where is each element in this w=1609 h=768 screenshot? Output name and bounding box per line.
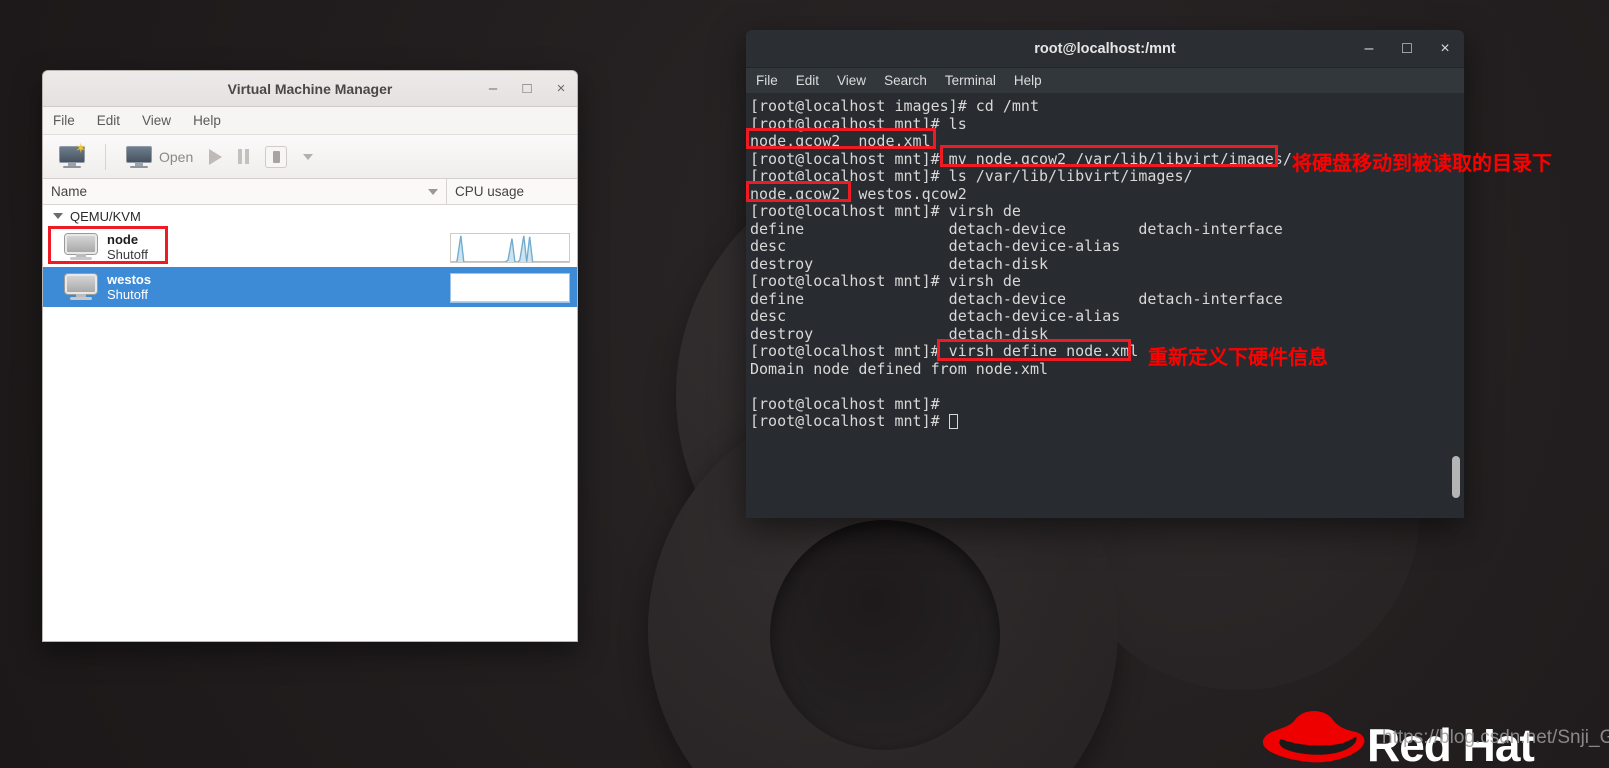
- vmm-column-headers: Name CPU usage: [43, 179, 577, 205]
- annotation-move-disk: 将硬盘移动到被读取的目录下: [1292, 151, 1552, 175]
- column-header-name[interactable]: Name: [43, 179, 447, 204]
- terminal-line: destroy detach-disk: [750, 254, 1049, 273]
- table-row[interactable]: node Shutoff: [43, 227, 577, 267]
- vm-state: Shutoff: [107, 246, 148, 262]
- terminal-menu-terminal[interactable]: Terminal: [945, 73, 996, 88]
- menu-item-edit[interactable]: Edit: [97, 113, 120, 128]
- terminal-line: desc detach-device-alias: [750, 307, 1121, 325]
- annotation-redefine-hardware: 重新定义下硬件信息: [1148, 345, 1328, 369]
- new-vm-icon: ✶: [59, 141, 87, 168]
- terminal-line: [root@localhost mnt]# virsh de: [750, 202, 1021, 220]
- terminal-line: define detach-device detach-interface: [750, 289, 1283, 308]
- close-icon: ×: [556, 80, 566, 97]
- terminal-line: [root@localhost mnt]# ls: [750, 114, 967, 133]
- menu-item-file[interactable]: File: [53, 113, 75, 128]
- vmm-titlebar[interactable]: Virtual Machine Manager – □ ×: [43, 71, 577, 107]
- terminal-line: [root@localhost mnt]# virsh de: [750, 272, 1021, 290]
- vm-state: Shutoff: [107, 286, 148, 302]
- chevron-down-icon: [303, 153, 314, 160]
- terminal-scrollbar-thumb[interactable]: [1452, 456, 1460, 498]
- terminal-line: [root@localhost images]# cd /mnt: [750, 97, 1039, 115]
- terminal-line: define detach-device detach-interface: [750, 219, 1283, 238]
- pause-icon: [238, 149, 250, 164]
- run-vm-button[interactable]: [203, 146, 228, 168]
- terminal-minimize-button[interactable]: –: [1360, 40, 1378, 58]
- connection-group-row[interactable]: QEMU/KVM: [43, 205, 577, 227]
- table-row[interactable]: westos Shutoff: [43, 267, 577, 307]
- terminal-menu-help[interactable]: Help: [1014, 73, 1042, 88]
- terminal-menubar: File Edit View Search Terminal Help: [746, 68, 1464, 94]
- csdn-watermark: https://blog.csdn.net/Snji_G: [1382, 727, 1609, 748]
- shutdown-vm-button[interactable]: [259, 143, 293, 171]
- vm-monitor-icon: [65, 234, 97, 260]
- shutdown-icon: [265, 145, 288, 168]
- column-header-cpu-label: CPU usage: [455, 184, 525, 199]
- terminal-titlebar[interactable]: root@localhost:/mnt – □ ×: [746, 30, 1464, 68]
- vm-text-block: node Shutoff: [107, 232, 148, 263]
- open-button-label: Open: [159, 148, 194, 165]
- minimize-icon: –: [488, 80, 498, 97]
- terminal-window-title: root@localhost:/mnt: [1034, 41, 1176, 57]
- new-vm-button[interactable]: ✶: [53, 141, 91, 171]
- terminal-prompt-text: [root@localhost mnt]#: [750, 412, 949, 430]
- column-header-name-label: Name: [51, 184, 88, 199]
- menu-item-help[interactable]: Help: [193, 113, 221, 128]
- vmm-vm-list: QEMU/KVM node Shutoff westos Shutoff: [43, 205, 577, 641]
- run-icon: [209, 148, 223, 165]
- terminal-window-controls: – □ ×: [1360, 30, 1454, 68]
- terminal-line: desc detach-device-alias: [750, 237, 1121, 255]
- terminal-line: [root@localhost mnt]#: [750, 394, 940, 413]
- terminal-prompt-line: [root@localhost mnt]#: [750, 412, 1464, 431]
- terminal-close-button[interactable]: ×: [1436, 40, 1454, 58]
- vm-monitor-icon: [65, 274, 97, 300]
- sort-chevron-down-icon: [428, 189, 438, 195]
- cpu-usage-sparkline: [450, 273, 570, 303]
- terminal-menu-view[interactable]: View: [837, 73, 866, 88]
- expand-chevron-down-icon[interactable]: [53, 213, 63, 219]
- pause-vm-button[interactable]: [232, 146, 255, 167]
- terminal-cursor: [948, 414, 958, 429]
- terminal-line: node.qcow2 westos.qcow2: [750, 184, 967, 203]
- vmm-menubar: File Edit View Help: [43, 107, 577, 135]
- vm-text-block: westos Shutoff: [107, 272, 151, 303]
- connection-group-label: QEMU/KVM: [70, 208, 141, 224]
- vm-name: node: [107, 231, 139, 247]
- vm-name: westos: [107, 271, 152, 287]
- maximize-icon: □: [522, 80, 532, 97]
- star-icon: ✶: [75, 139, 87, 156]
- shutdown-options-button[interactable]: [297, 151, 319, 163]
- terminal-line: [root@localhost mnt]# virsh define node.…: [750, 342, 1139, 360]
- toolbar-separator: [105, 143, 106, 170]
- vmm-close-button[interactable]: ×: [553, 81, 569, 97]
- vmm-minimize-button[interactable]: –: [485, 81, 501, 97]
- vmm-window-controls: – □ ×: [485, 71, 569, 107]
- cpu-usage-sparkline: [450, 233, 570, 263]
- red-hat-fedora-icon: [1262, 711, 1365, 763]
- terminal-window: root@localhost:/mnt – □ × File Edit View…: [746, 30, 1464, 518]
- desktop-root: Red Hat https://blog.csdn.net/Snji_G Vir…: [0, 0, 1609, 768]
- monitor-icon: [126, 145, 152, 168]
- wallpaper-circle-hole: [770, 520, 1000, 750]
- terminal-line: destroy detach-disk: [750, 324, 1049, 343]
- terminal-line: Domain node defined from node.xml: [750, 359, 1049, 378]
- vmm-maximize-button[interactable]: □: [519, 81, 535, 97]
- terminal-menu-edit[interactable]: Edit: [796, 73, 819, 88]
- virtual-machine-manager-window: Virtual Machine Manager – □ × File Edit …: [42, 70, 578, 642]
- terminal-menu-file[interactable]: File: [756, 73, 778, 88]
- terminal-maximize-button[interactable]: □: [1398, 40, 1416, 58]
- vmm-toolbar: ✶ Open: [43, 135, 577, 179]
- column-header-cpu-usage[interactable]: CPU usage: [447, 179, 577, 204]
- open-vm-button[interactable]: Open: [120, 143, 199, 171]
- terminal-menu-search[interactable]: Search: [884, 73, 927, 88]
- menu-item-view[interactable]: View: [142, 113, 171, 128]
